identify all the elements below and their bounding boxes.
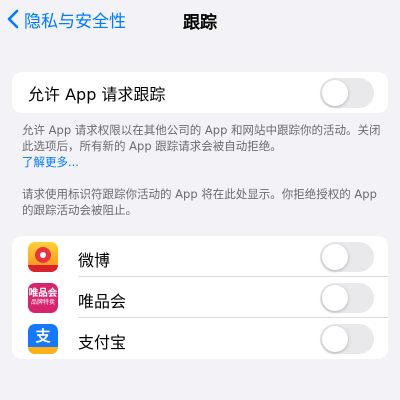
allow-tracking-toggle[interactable] bbox=[320, 77, 374, 108]
toggle-knob bbox=[322, 79, 348, 106]
weibo-icon bbox=[28, 242, 58, 272]
app-name: 唯品会 bbox=[78, 292, 127, 311]
allow-tracking-description: 允许 App 请求权限以在其他公司的 App 和网站中跟踪你的活动。关闭此选项后… bbox=[22, 123, 381, 153]
tracking-settings-screen: 隐私与安全性 跟踪 允许 App 请求跟踪 允许 App 请求权限以在其他公司的… bbox=[0, 0, 400, 400]
toggle-knob bbox=[322, 325, 348, 352]
app-row-vipshop: 唯品会 品牌特卖 唯品会 bbox=[12, 277, 388, 318]
app-row-weibo: 微博 bbox=[12, 236, 388, 277]
alipay-tracking-toggle[interactable] bbox=[320, 323, 374, 354]
apps-section-header: 请求使用标识符跟踪你活动的 App 将在此处显示。你拒绝授权的 App 的跟踪活… bbox=[22, 187, 377, 217]
apps-list: 微博 唯品会 品牌特卖 唯品会 支 支付宝 bbox=[12, 236, 388, 359]
page-title: 跟踪 bbox=[183, 13, 217, 33]
app-name: 支付宝 bbox=[78, 333, 127, 352]
toggle-knob bbox=[322, 243, 348, 270]
toggle-knob bbox=[322, 284, 348, 311]
app-row-alipay: 支 支付宝 bbox=[12, 318, 388, 359]
navigation-bar: 隐私与安全性 跟踪 bbox=[0, 0, 400, 40]
allow-tracking-label: 允许 App 请求跟踪 bbox=[28, 84, 166, 104]
allow-tracking-footer: 允许 App 请求权限以在其他公司的 App 和网站中跟踪你的活动。关闭此选项后… bbox=[22, 122, 382, 170]
allow-tracking-row: 允许 App 请求跟踪 bbox=[12, 72, 388, 113]
app-name: 微博 bbox=[78, 251, 111, 270]
learn-more-link[interactable]: 了解更多... bbox=[22, 154, 382, 170]
weibo-tracking-toggle[interactable] bbox=[320, 241, 374, 272]
alipay-icon: 支 bbox=[28, 324, 58, 354]
vipshop-icon: 唯品会 品牌特卖 bbox=[28, 283, 58, 313]
vipshop-tracking-toggle[interactable] bbox=[320, 282, 374, 313]
allow-tracking-group: 允许 App 请求跟踪 bbox=[12, 72, 388, 113]
